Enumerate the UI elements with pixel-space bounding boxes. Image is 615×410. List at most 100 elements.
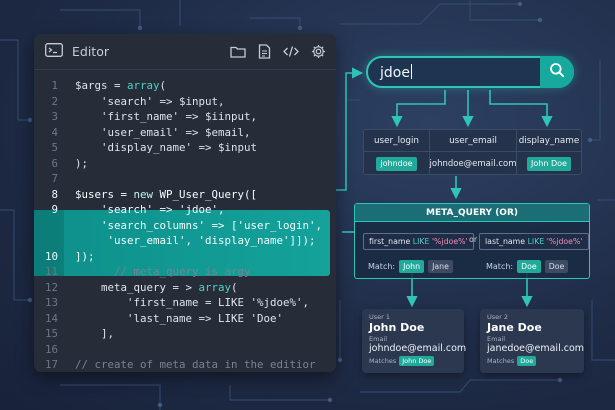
or-label: or bbox=[469, 235, 478, 244]
line-number: 1 bbox=[51, 79, 58, 92]
code-line[interactable]: 12 meta_query = > array( bbox=[34, 280, 336, 296]
condition-last-name: last_name LIKE '%jdoe%' bbox=[479, 233, 589, 250]
user-card-label: User 2 bbox=[487, 313, 509, 321]
match-label: Match: bbox=[486, 262, 514, 271]
terminal-icon bbox=[45, 42, 63, 61]
code-text: 'display_name' => $input bbox=[75, 141, 258, 154]
column-value: johndoe bbox=[376, 156, 417, 171]
code-line[interactable]: 15 ], bbox=[34, 326, 336, 342]
search-bar[interactable]: jdoe bbox=[366, 56, 574, 88]
line-number: 5 bbox=[51, 141, 58, 154]
match-label: Match: bbox=[368, 262, 396, 271]
code-area[interactable]: 1 $args = array( 2 'search' => $input, 3 'f… bbox=[34, 70, 336, 372]
code-text: 'user_email', 'display_name']]); bbox=[75, 234, 316, 247]
column-display-name: display_name John Doe bbox=[517, 130, 581, 174]
code-line[interactable]: 1 $args = array( bbox=[34, 78, 336, 94]
code-text: ]); bbox=[75, 249, 95, 263]
line-number: 3 bbox=[51, 110, 58, 123]
column-value: johndoe@email.com bbox=[429, 158, 517, 169]
code-text: 'first_name = LIKE '%jdoe%', bbox=[75, 296, 310, 309]
code-line[interactable]: 10]); bbox=[34, 249, 336, 265]
email-label: Email bbox=[487, 335, 506, 343]
match-row-first: Match: John Jane bbox=[368, 260, 453, 273]
line-number: 2 bbox=[51, 94, 58, 108]
user-matches: Matches Doe bbox=[487, 356, 577, 366]
keyword-token: array bbox=[198, 280, 232, 294]
match-pill: John bbox=[399, 260, 425, 273]
code-line[interactable]: 8 $users = new WP_User_Query([ bbox=[34, 187, 336, 203]
user-card-label: User 1 bbox=[369, 313, 391, 321]
condition-first-name: first_name LIKE '%jdoe%' bbox=[363, 233, 474, 250]
email-label: Email bbox=[369, 335, 388, 343]
line-number: 16 bbox=[44, 342, 58, 356]
code-line[interactable]: 'search_columns' => ['user_login', bbox=[34, 218, 336, 234]
line-number: 7 bbox=[51, 172, 58, 185]
code-text: 'user_email' => $email, bbox=[75, 125, 251, 139]
code-line[interactable]: 16 bbox=[34, 342, 336, 358]
keyword-token: new bbox=[133, 187, 154, 201]
code-text: ); bbox=[75, 156, 89, 170]
user-email: johndoe@email.com bbox=[369, 343, 467, 354]
line-number: 9 bbox=[51, 203, 58, 216]
condition-field: first_name bbox=[369, 237, 411, 246]
editor-header: Editor bbox=[34, 34, 336, 70]
code-text: 'search' => 'jdoe', bbox=[75, 203, 225, 216]
code-text: 'first_name' => $iinput, bbox=[75, 110, 258, 123]
matches-label: Matches bbox=[487, 357, 515, 365]
user-email: janedoe@email.com bbox=[487, 343, 585, 354]
code-line[interactable]: 14 'last_name => LIKE 'Doe' bbox=[34, 311, 336, 327]
code-line[interactable]: 'user_email', 'display_name']]); bbox=[34, 233, 336, 249]
column-user-login: user_login johndoe bbox=[364, 130, 430, 174]
code-line[interactable]: 9 'search' => 'jdoe', bbox=[34, 202, 336, 218]
condition-operator: LIKE bbox=[527, 237, 545, 246]
keyword-token: array bbox=[127, 79, 160, 92]
user-matches: Matches John Doe bbox=[369, 356, 457, 366]
line-number: 15 bbox=[44, 327, 58, 340]
line-number: 4 bbox=[51, 125, 58, 139]
search-input[interactable]: jdoe bbox=[380, 64, 413, 81]
document-icon[interactable] bbox=[258, 44, 271, 59]
code-line[interactable]: 3 'first_name' => $iinput, bbox=[34, 109, 336, 125]
line-number: 14 bbox=[44, 311, 58, 325]
condition-field: last_name bbox=[485, 237, 526, 246]
code-line[interactable]: 4 'user_email' => $email, bbox=[34, 125, 336, 141]
line-number: 10 bbox=[44, 249, 58, 263]
user-name: John Doe bbox=[369, 321, 425, 334]
user-card-1[interactable]: User 1 John Doe Email johndoe@email.com … bbox=[362, 309, 467, 373]
code-line[interactable]: 13 'first_name = LIKE '%jdoe%', bbox=[34, 295, 336, 311]
search-button[interactable] bbox=[540, 56, 574, 88]
column-user-email: user_email johndoe@email.com bbox=[430, 130, 517, 174]
match-pill: Doe bbox=[517, 260, 541, 273]
match-pill: Doe bbox=[517, 356, 537, 366]
condition-operator: LIKE bbox=[412, 237, 430, 246]
line-number: 8 bbox=[51, 187, 58, 201]
user-card-2[interactable]: User 2 Jane Doe Email janedoe@email.com … bbox=[480, 309, 584, 373]
search-columns-table: user_login johndoe user_email johndoe@em… bbox=[363, 129, 582, 175]
code-text: $args = array( bbox=[75, 79, 167, 92]
match-pill: John Doe bbox=[399, 356, 435, 366]
folder-icon[interactable] bbox=[230, 45, 246, 58]
matches-label: Matches bbox=[369, 357, 397, 365]
code-text: 'last_name => LIKE 'Doe' bbox=[75, 311, 284, 325]
line-number: 13 bbox=[44, 296, 58, 309]
gear-icon[interactable] bbox=[311, 44, 326, 59]
match-row-last: Match: Doe Doe bbox=[486, 260, 569, 273]
search-icon bbox=[549, 62, 565, 82]
match-pill: Jane bbox=[428, 260, 453, 273]
code-line[interactable]: 7 bbox=[34, 171, 336, 187]
code-line[interactable]: 17 // create of meta data in the editior bbox=[34, 357, 336, 372]
code-line[interactable]: 6); bbox=[34, 156, 336, 172]
code-line[interactable]: 2 'search' => $input, bbox=[34, 94, 336, 110]
code-text: meta_query = > array( bbox=[75, 280, 238, 294]
code-icon[interactable] bbox=[283, 45, 299, 58]
column-header: user_email bbox=[430, 130, 516, 152]
code-text: // create of meta data in the editior bbox=[75, 358, 316, 371]
column-header: user_login bbox=[364, 130, 429, 152]
meta-query-box: META_QUERY (OR) first_name LIKE '%jdoe%'… bbox=[354, 203, 590, 279]
code-editor[interactable]: Editor 1 $args = array( 2 'search' => $inp… bbox=[34, 34, 336, 372]
code-line[interactable]: 11 // meta_query is argy bbox=[34, 264, 336, 280]
code-line[interactable]: 5 'display_name' => $input bbox=[34, 140, 336, 156]
code-text: $users = new WP_User_Query([ bbox=[75, 187, 258, 201]
condition-value: '%jdoe%' bbox=[546, 237, 583, 246]
column-value: John Doe bbox=[527, 156, 571, 171]
